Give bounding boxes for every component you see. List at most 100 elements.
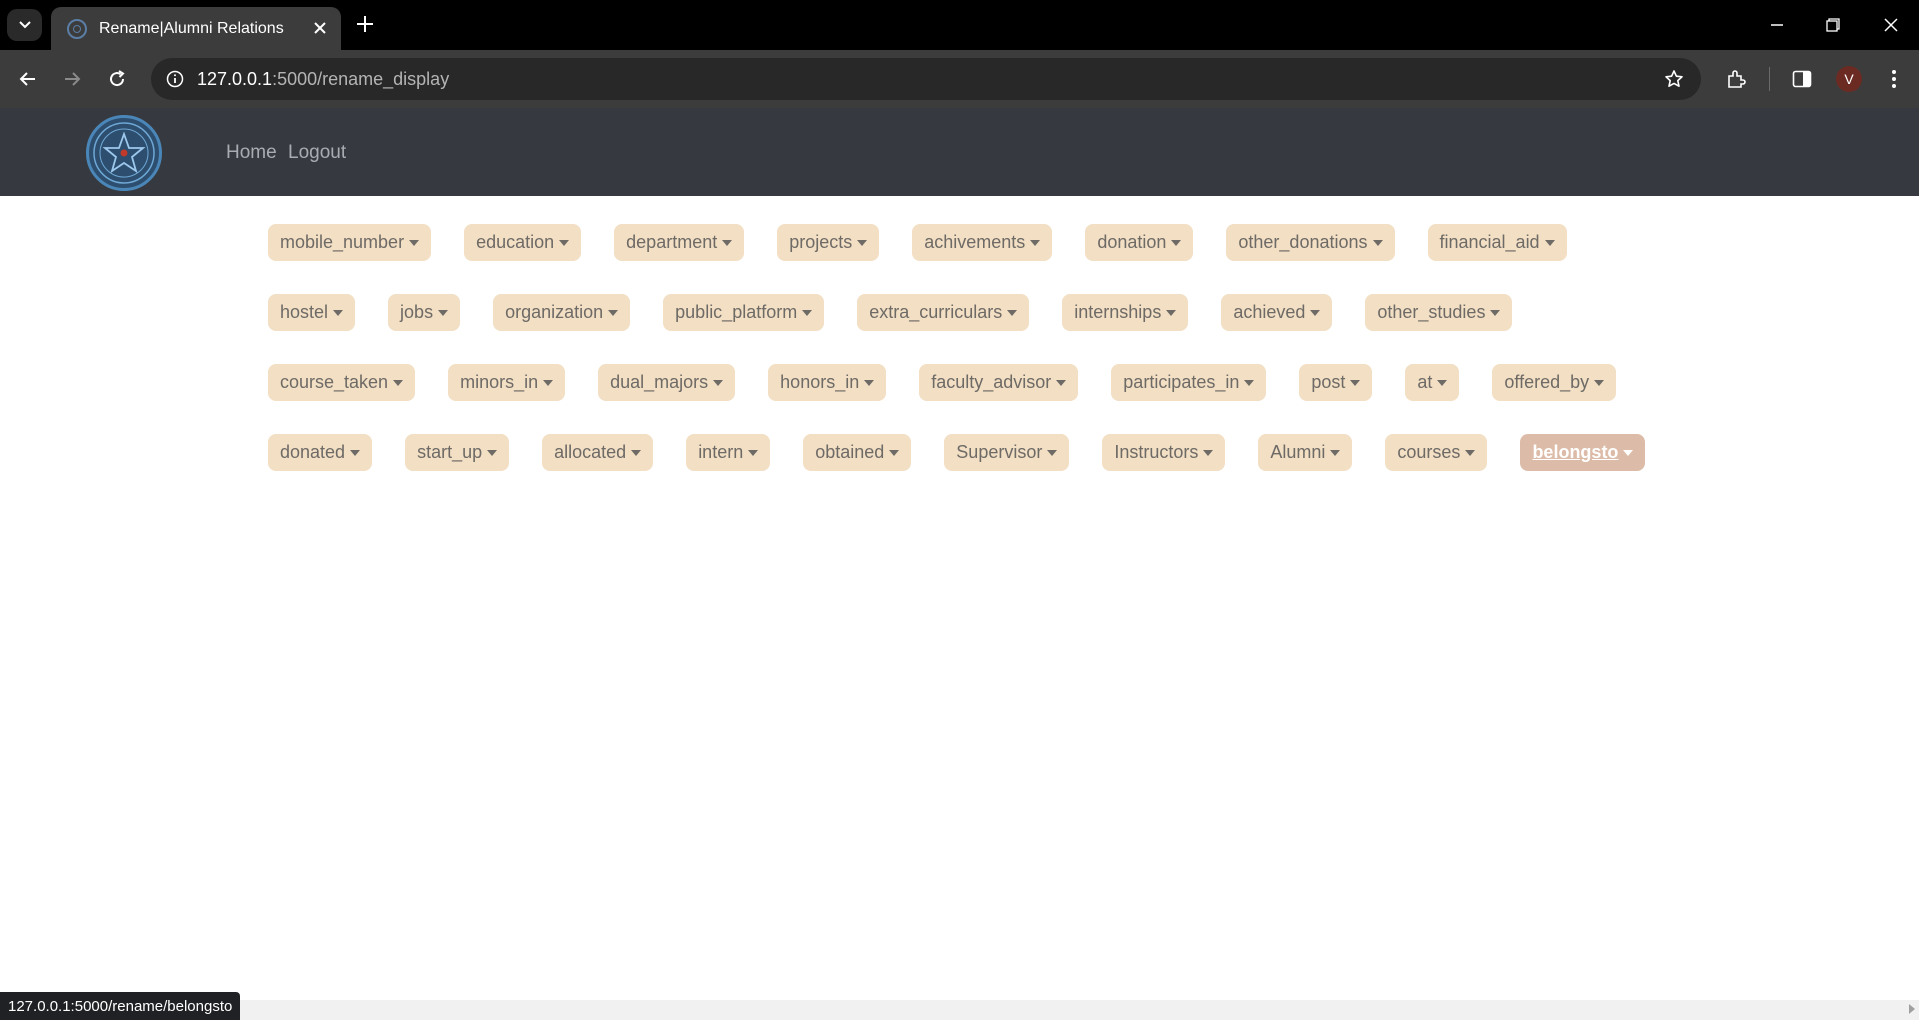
dropdown-toggle-instructors[interactable]: Instructors bbox=[1102, 434, 1226, 471]
caret-down-icon bbox=[722, 239, 733, 246]
address-bar[interactable]: 127.0.0.1:5000/rename_display bbox=[151, 58, 1701, 100]
restore-icon[interactable] bbox=[1805, 0, 1861, 50]
dropdown-toggle-other-studies[interactable]: other_studies bbox=[1365, 294, 1513, 331]
horizontal-scrollbar[interactable] bbox=[0, 1000, 1919, 1020]
dropdown-toggle-other-donations[interactable]: other_donations bbox=[1226, 224, 1395, 261]
dropdown-toggle-education[interactable]: education bbox=[464, 224, 582, 261]
dropdown-label: jobs bbox=[400, 302, 434, 322]
dropdown-toggle-financial-aid[interactable]: financial_aid bbox=[1427, 224, 1567, 261]
dropdown-toggle-achivements[interactable]: achivements bbox=[912, 224, 1053, 261]
nav-home-link[interactable]: Home bbox=[226, 142, 277, 164]
link-status-bubble: 127.0.0.1:5000/rename/belongsto bbox=[0, 992, 241, 1020]
dropdown-toggle-offered-by[interactable]: offered_by bbox=[1492, 364, 1617, 401]
bookmark-star-icon[interactable] bbox=[1659, 64, 1689, 94]
caret-down-icon bbox=[713, 379, 724, 386]
dropdown-toggle-belongsto[interactable]: belongsto bbox=[1520, 434, 1646, 471]
dropdown-toggle-minors-in[interactable]: minors_in bbox=[448, 364, 566, 401]
caret-down-icon bbox=[393, 379, 404, 386]
dropdown-toggle-start-up[interactable]: start_up bbox=[405, 434, 510, 471]
close-window-icon[interactable] bbox=[1863, 0, 1919, 50]
site-navbar: Home Logout bbox=[0, 108, 1919, 196]
caret-down-icon bbox=[1490, 309, 1501, 316]
minimize-icon[interactable] bbox=[1749, 0, 1805, 50]
side-panel-icon[interactable] bbox=[1784, 61, 1820, 97]
site-info-icon[interactable] bbox=[159, 63, 191, 95]
close-tab-icon[interactable] bbox=[309, 17, 331, 39]
dropdown-toggle-internships[interactable]: internships bbox=[1062, 294, 1189, 331]
dropdown-label: donated bbox=[280, 442, 346, 462]
dropdown-toggle-organization[interactable]: organization bbox=[493, 294, 631, 331]
dropdown-toggle-donation[interactable]: donation bbox=[1085, 224, 1194, 261]
dropdown-toggle-hostel[interactable]: hostel bbox=[268, 294, 356, 331]
dropdown-toggle-post[interactable]: post bbox=[1299, 364, 1373, 401]
extensions-icon[interactable] bbox=[1718, 61, 1754, 97]
scroll-right-icon[interactable] bbox=[1909, 1004, 1915, 1014]
dropdown-label: department bbox=[626, 232, 718, 252]
dropdown-label: post bbox=[1311, 372, 1346, 392]
dropdown-toggle-jobs[interactable]: jobs bbox=[388, 294, 461, 331]
dropdown-toggle-intern[interactable]: intern bbox=[686, 434, 771, 471]
dropdown-label: at bbox=[1417, 372, 1433, 392]
dropdown-toggle-allocated[interactable]: allocated bbox=[542, 434, 654, 471]
caret-down-icon bbox=[1330, 449, 1341, 456]
caret-down-icon bbox=[438, 309, 449, 316]
caret-down-icon bbox=[409, 239, 420, 246]
caret-down-icon bbox=[543, 379, 554, 386]
caret-down-icon bbox=[857, 239, 868, 246]
dropdown-label: obtained bbox=[815, 442, 885, 462]
caret-down-icon bbox=[1465, 449, 1476, 456]
dropdown-toggle-achieved[interactable]: achieved bbox=[1221, 294, 1333, 331]
caret-down-icon bbox=[559, 239, 570, 246]
dropdown-label: mobile_number bbox=[280, 232, 405, 252]
dropdown-label: minors_in bbox=[460, 372, 539, 392]
dropdown-label: achivements bbox=[924, 232, 1026, 252]
caret-down-icon bbox=[1171, 239, 1182, 246]
dropdown-label: start_up bbox=[417, 442, 483, 462]
dropdown-toggle-dual-majors[interactable]: dual_majors bbox=[598, 364, 736, 401]
dropdown-toggle-extra-curriculars[interactable]: extra_curriculars bbox=[857, 294, 1030, 331]
browser-tabstrip: Rename|Alumni Relations bbox=[0, 0, 1919, 50]
new-tab-icon[interactable] bbox=[351, 10, 379, 38]
dropdown-toggle-faculty-advisor[interactable]: faculty_advisor bbox=[919, 364, 1079, 401]
dropdown-toggle-public-platform[interactable]: public_platform bbox=[663, 294, 825, 331]
browser-tab[interactable]: Rename|Alumni Relations bbox=[51, 7, 341, 50]
caret-down-icon bbox=[889, 449, 900, 456]
dropdown-label: public_platform bbox=[675, 302, 798, 322]
dropdown-label: education bbox=[476, 232, 555, 252]
logo-emblem-icon bbox=[93, 122, 155, 184]
dropdown-label: courses bbox=[1397, 442, 1461, 462]
dropdown-label: allocated bbox=[554, 442, 627, 462]
browser-toolbar: 127.0.0.1:5000/rename_display bbox=[0, 50, 1919, 108]
dropdown-chip-grid: mobile_number education department projects… bbox=[268, 224, 1668, 471]
reload-icon[interactable] bbox=[99, 61, 135, 97]
dropdown-toggle-supervisor[interactable]: Supervisor bbox=[944, 434, 1070, 471]
dropdown-label: Supervisor bbox=[956, 442, 1043, 462]
menu-kebab-icon[interactable] bbox=[1876, 61, 1912, 97]
back-icon[interactable] bbox=[10, 61, 46, 97]
caret-down-icon bbox=[1203, 449, 1214, 456]
dropdown-toggle-donated[interactable]: donated bbox=[268, 434, 373, 471]
dropdown-label: faculty_advisor bbox=[931, 372, 1052, 392]
dropdown-toggle-projects[interactable]: projects bbox=[777, 224, 880, 261]
url-text: 127.0.0.1:5000/rename_display bbox=[197, 69, 450, 89]
caret-down-icon bbox=[631, 449, 642, 456]
dropdown-label: belongsto bbox=[1532, 442, 1619, 462]
dropdown-toggle-course-taken[interactable]: course_taken bbox=[268, 364, 416, 401]
dropdown-toggle-alumni[interactable]: Alumni bbox=[1258, 434, 1353, 471]
toolbar-divider bbox=[1769, 67, 1770, 91]
nav-logout-link[interactable]: Logout bbox=[288, 142, 346, 164]
dropdown-toggle-department[interactable]: department bbox=[614, 224, 745, 261]
dropdown-toggle-obtained[interactable]: obtained bbox=[803, 434, 912, 471]
dropdown-toggle-courses[interactable]: courses bbox=[1385, 434, 1488, 471]
dropdown-toggle-mobile-number[interactable]: mobile_number bbox=[268, 224, 432, 261]
institute-logo[interactable] bbox=[86, 115, 162, 191]
profile-avatar[interactable]: V bbox=[1836, 66, 1862, 92]
dropdown-toggle-participates-in[interactable]: participates_in bbox=[1111, 364, 1267, 401]
forward-icon[interactable] bbox=[54, 61, 90, 97]
dropdown-toggle-at[interactable]: at bbox=[1405, 364, 1460, 401]
dropdown-toggle-honors-in[interactable]: honors_in bbox=[768, 364, 887, 401]
caret-down-icon bbox=[864, 379, 875, 386]
dropdown-label: hostel bbox=[280, 302, 329, 322]
tab-search-button[interactable] bbox=[7, 9, 42, 41]
caret-down-icon bbox=[1437, 379, 1448, 386]
